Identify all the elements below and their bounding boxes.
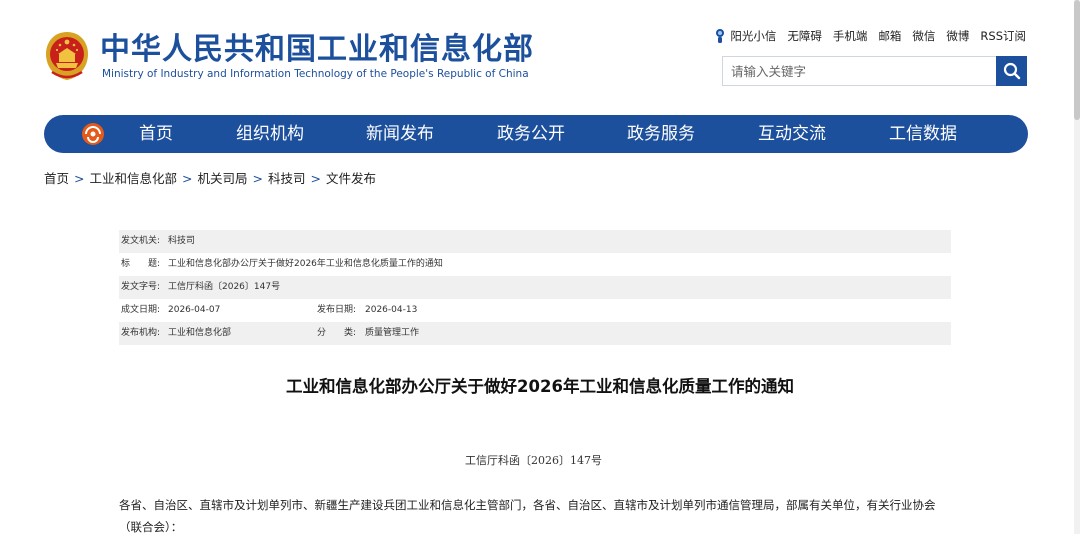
top-links: 阳光小信 无障碍 手机端 邮箱 微信 微博 RSS订阅 xyxy=(703,28,1026,44)
scrollbar-thumb[interactable] xyxy=(1074,0,1080,120)
search-input[interactable] xyxy=(723,57,995,85)
toplink-rss[interactable]: RSS订阅 xyxy=(980,28,1026,44)
info-label: 发文字号: xyxy=(121,282,161,292)
breadcrumb-documents[interactable]: 文件发布 xyxy=(326,171,376,186)
search-button[interactable] xyxy=(996,56,1027,86)
info-row-dates: 成文日期: 2026-04-07 发布日期: 2026-04-13 xyxy=(119,299,951,322)
nav-news[interactable]: 新闻发布 xyxy=(366,115,434,153)
info-label: 成文日期: xyxy=(121,305,161,315)
main-nav: 首页 组织机构 新闻发布 政务公开 政务服务 互动交流 工信数据 xyxy=(44,115,1028,153)
info-label: 发布机构: xyxy=(121,328,161,338)
info-row-agency: 发布机构: 工业和信息化部 分 类: 质量管理工作 xyxy=(119,322,951,345)
toplink-wechat[interactable]: 微信 xyxy=(912,28,935,44)
toplink-weibo[interactable]: 微博 xyxy=(946,28,969,44)
info-row-issuer: 发文机关: 科技司 xyxy=(119,230,951,253)
document-number: 工信厅科函〔2026〕147号 xyxy=(465,454,602,467)
document-salutation: 各省、自治区、直辖市及计划单列市、新疆生产建设兵团工业和信息化主管部门，各省、自… xyxy=(119,498,936,534)
search-icon xyxy=(1003,62,1020,80)
ministry-logo-icon xyxy=(82,123,104,145)
breadcrumb-separator: > xyxy=(252,171,263,186)
breadcrumb-tech-dept[interactable]: 科技司 xyxy=(268,171,306,186)
toplink-mail[interactable]: 邮箱 xyxy=(878,28,901,44)
nav-public-affairs[interactable]: 政务公开 xyxy=(497,115,565,153)
info-row-title: 标 题: 工业和信息化部办公厅关于做好2026年工业和信息化质量工作的通知 xyxy=(119,253,951,276)
nav-interaction[interactable]: 互动交流 xyxy=(758,115,826,153)
info-label: 发布日期: xyxy=(317,305,357,315)
info-value: 2026-04-07 xyxy=(168,305,221,315)
nav-organization[interactable]: 组织机构 xyxy=(236,115,304,153)
info-label: 标 题: xyxy=(121,259,161,269)
info-label: 发文机关: xyxy=(121,236,161,246)
info-label: 分 类: xyxy=(317,328,357,338)
site-header: 中华人民共和国工业和信息化部 Ministry of Industry and … xyxy=(0,0,1080,112)
breadcrumb-separator: > xyxy=(182,171,193,186)
national-emblem-icon xyxy=(46,32,88,80)
toplink-sunshine[interactable]: 阳光小信 xyxy=(714,28,776,44)
page-scrollbar[interactable] xyxy=(1074,0,1080,534)
toplink-mobile[interactable]: 手机端 xyxy=(833,28,868,44)
info-value: 科技司 xyxy=(168,236,196,246)
breadcrumb-home[interactable]: 首页 xyxy=(44,171,69,186)
info-value: 2026-04-13 xyxy=(365,305,418,315)
breadcrumb: 首页 > 工业和信息化部 > 机关司局 > 科技司 > 文件发布 xyxy=(44,168,376,187)
breadcrumb-separator: > xyxy=(74,171,85,186)
nav-home[interactable]: 首页 xyxy=(139,115,173,153)
info-value: 工信厅科函〔2026〕147号 xyxy=(168,282,281,292)
breadcrumb-departments[interactable]: 机关司局 xyxy=(198,171,248,186)
breadcrumb-ministry[interactable]: 工业和信息化部 xyxy=(90,171,178,186)
info-value: 工业和信息化部办公厅关于做好2026年工业和信息化质量工作的通知 xyxy=(168,259,443,269)
breadcrumb-separator: > xyxy=(310,171,321,186)
document-info-table: 发文机关: 科技司 标 题: 工业和信息化部办公厅关于做好2026年工业和信息化… xyxy=(119,230,951,345)
search-box xyxy=(722,56,1027,86)
document-title: 工业和信息化部办公厅关于做好2026年工业和信息化质量工作的通知 xyxy=(286,377,794,396)
nav-services[interactable]: 政务服务 xyxy=(627,115,695,153)
toplink-accessibility[interactable]: 无障碍 xyxy=(787,28,822,44)
info-value: 质量管理工作 xyxy=(365,328,420,338)
nav-data[interactable]: 工信数据 xyxy=(889,115,957,153)
site-title[interactable]: 中华人民共和国工业和信息化部 xyxy=(100,33,534,67)
site-title-english: Ministry of Industry and Information Tec… xyxy=(102,68,529,80)
mascot-icon xyxy=(716,29,725,43)
info-row-number: 发文字号: 工信厅科函〔2026〕147号 xyxy=(119,276,951,299)
info-value: 工业和信息化部 xyxy=(168,328,232,338)
toplink-label: 阳光小信 xyxy=(730,29,777,43)
